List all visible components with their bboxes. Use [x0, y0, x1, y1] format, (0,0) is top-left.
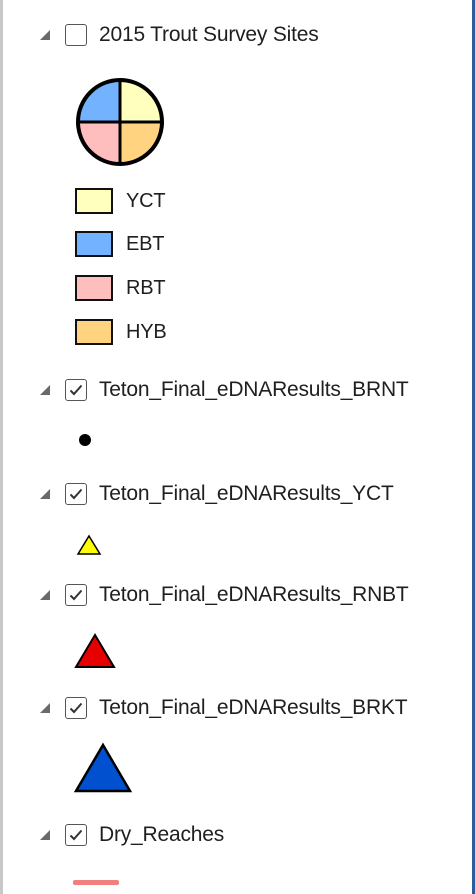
legend-swatch-yct [75, 188, 113, 214]
layer-visibility-checkbox[interactable] [65, 697, 87, 719]
rnbt-triangle-symbol [74, 633, 116, 668]
layer-name[interactable]: Dry_Reaches [99, 823, 224, 847]
expand-collapse-triangle-icon[interactable] [39, 25, 61, 45]
expand-collapse-triangle-icon[interactable] [39, 698, 61, 718]
layer-row-brnt[interactable]: Teton_Final_eDNAResults_BRNT [33, 370, 409, 410]
legend-label: RBT [126, 276, 166, 299]
legend-label: EBT [126, 232, 165, 255]
legend-item-hyb: HYB [75, 317, 167, 347]
layer-row-dry-reaches[interactable]: Dry_Reaches [33, 815, 224, 855]
layer-name[interactable]: Teton_Final_eDNAResults_BRNT [99, 378, 409, 402]
legend-item-ebt: EBT [75, 229, 164, 259]
legend-item-yct: YCT [75, 186, 166, 216]
layer-name[interactable]: Teton_Final_eDNAResults_BRKT [99, 696, 408, 720]
layer-name[interactable]: Teton_Final_eDNAResults_RNBT [99, 583, 409, 607]
layer-visibility-checkbox[interactable] [65, 483, 87, 505]
expand-collapse-triangle-icon[interactable] [39, 585, 61, 605]
yct-triangle-symbol [76, 534, 102, 555]
expand-collapse-triangle-icon[interactable] [39, 484, 61, 504]
legend-swatch-rbt [75, 275, 113, 301]
layer-row-brkt[interactable]: Teton_Final_eDNAResults_BRKT [33, 688, 408, 728]
layer-visibility-checkbox[interactable] [65, 379, 87, 401]
legend-label: YCT [126, 189, 166, 212]
layer-row-rnbt[interactable]: Teton_Final_eDNAResults_RNBT [33, 575, 409, 615]
brnt-point-symbol [79, 434, 91, 446]
expand-collapse-triangle-icon[interactable] [39, 380, 61, 400]
layer-name[interactable]: 2015 Trout Survey Sites [99, 23, 319, 47]
layer-visibility-checkbox[interactable] [65, 24, 87, 46]
trout-survey-pie-symbol [76, 78, 164, 166]
layer-row-yct[interactable]: Teton_Final_eDNAResults_YCT [33, 474, 394, 514]
layer-visibility-checkbox[interactable] [65, 584, 87, 606]
expand-collapse-triangle-icon[interactable] [39, 825, 61, 845]
legend-label: HYB [126, 320, 167, 343]
layer-name[interactable]: Teton_Final_eDNAResults_YCT [99, 482, 394, 506]
legend-swatch-hyb [75, 319, 113, 345]
brkt-triangle-symbol [73, 742, 133, 793]
legend-swatch-ebt [75, 231, 113, 257]
dry-reaches-line-symbol [73, 880, 119, 885]
legend-item-rbt: RBT [75, 273, 166, 303]
layer-visibility-checkbox[interactable] [65, 824, 87, 846]
layer-row-trout-survey-sites[interactable]: 2015 Trout Survey Sites [33, 15, 319, 55]
contents-pane: 2015 Trout Survey Sites YCT EBT RBT HYB … [0, 0, 475, 894]
